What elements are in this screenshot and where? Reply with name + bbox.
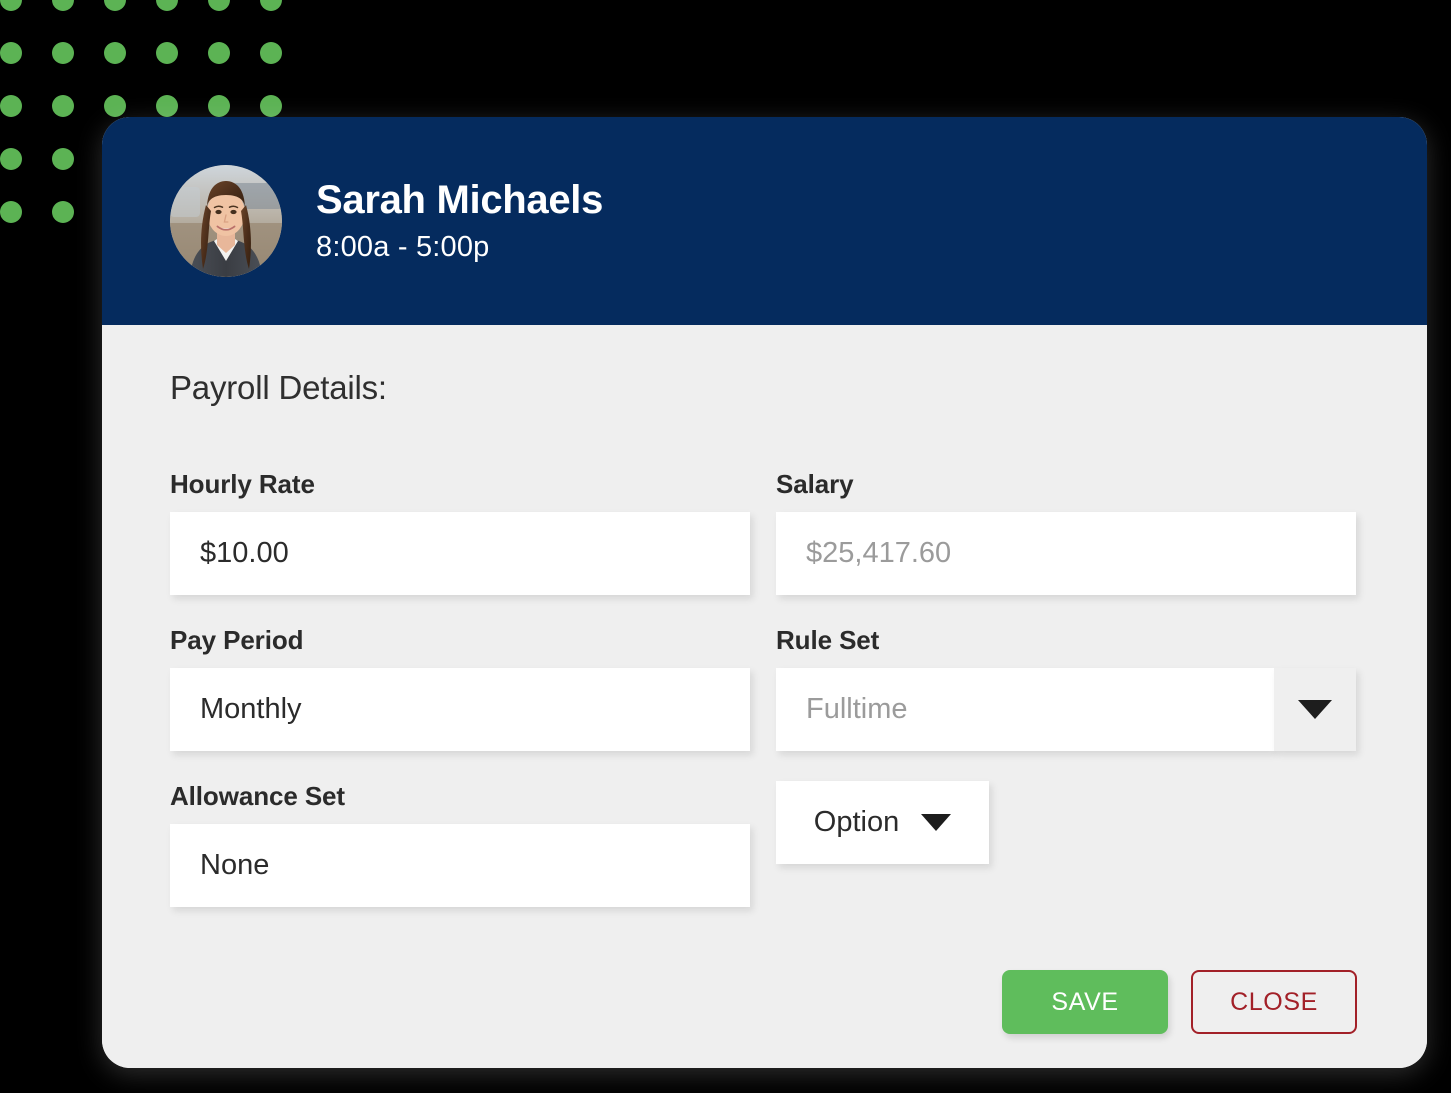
grid-dot xyxy=(0,0,22,11)
payroll-form: Payroll Details: Hourly Rate $10.00 Sala… xyxy=(102,325,1427,1068)
salary-label: Salary xyxy=(776,469,854,499)
rule-set-label: Rule Set xyxy=(776,625,880,655)
grid-dot xyxy=(208,95,230,117)
payroll-details-card: Sarah Michaels 8:00a - 5:00p Payroll Det… xyxy=(102,117,1427,1068)
allowance-set-input[interactable]: None xyxy=(170,824,750,907)
allowance-option-dropdown[interactable]: Option xyxy=(776,781,989,864)
form-row-rate-salary: Hourly Rate $10.00 Salary $25,417.60 xyxy=(170,469,1357,595)
employee-identity: Sarah Michaels 8:00a - 5:00p xyxy=(316,178,603,264)
grid-dot xyxy=(52,148,74,170)
field-group-hourly-rate: Hourly Rate $10.00 xyxy=(170,469,750,595)
grid-dot xyxy=(260,95,282,117)
grid-dot xyxy=(52,201,74,223)
rule-set-input[interactable]: Fulltime xyxy=(776,668,1274,751)
grid-dot xyxy=(52,95,74,117)
employee-shift: 8:00a - 5:00p xyxy=(316,231,490,264)
pay-period-input[interactable]: Monthly xyxy=(170,668,750,751)
grid-dot xyxy=(156,95,178,117)
grid-dot xyxy=(104,0,126,11)
grid-dot xyxy=(156,0,178,11)
field-group-rule-set: Rule Set Fulltime xyxy=(776,625,1356,751)
caret-down-icon xyxy=(921,814,952,831)
pay-period-label: Pay Period xyxy=(170,625,304,655)
allowance-option-label: Option xyxy=(813,806,900,838)
grid-dot xyxy=(208,0,230,11)
grid-dot xyxy=(0,148,22,170)
allowance-set-label: Allowance Set xyxy=(170,781,345,811)
grid-dot xyxy=(104,42,126,64)
employee-header: Sarah Michaels 8:00a - 5:00p xyxy=(102,117,1427,325)
grid-dot xyxy=(260,0,282,11)
grid-dot xyxy=(0,42,22,64)
hourly-rate-label: Hourly Rate xyxy=(170,469,315,499)
employee-name: Sarah Michaels xyxy=(316,178,604,223)
field-group-salary: Salary $25,417.60 xyxy=(776,469,1356,595)
section-title: Payroll Details: xyxy=(170,369,387,406)
grid-dot xyxy=(104,95,126,117)
grid-dot xyxy=(260,42,282,64)
form-actions: SAVE CLOSE xyxy=(170,970,1357,1034)
grid-dot xyxy=(208,42,230,64)
grid-dot xyxy=(52,42,74,64)
salary-input[interactable]: $25,417.60 xyxy=(776,512,1356,595)
save-button[interactable]: SAVE xyxy=(1002,970,1168,1034)
grid-dot xyxy=(0,95,22,117)
grid-dot xyxy=(0,201,22,223)
rule-set-combobox: Fulltime xyxy=(776,668,1356,751)
hourly-rate-input[interactable]: $10.00 xyxy=(170,512,750,595)
grid-dot xyxy=(52,0,74,11)
form-row-allowance: Allowance Set None Option xyxy=(170,781,1357,907)
grid-dot xyxy=(156,42,178,64)
user-avatar-photo xyxy=(170,165,282,277)
rule-set-dropdown-button[interactable] xyxy=(1274,668,1356,751)
field-group-allowance-set: Allowance Set None xyxy=(170,781,750,907)
field-group-pay-period: Pay Period Monthly xyxy=(170,625,750,751)
close-button[interactable]: CLOSE xyxy=(1191,970,1357,1034)
form-row-period-ruleset: Pay Period Monthly Rule Set Fulltime xyxy=(170,625,1357,751)
caret-down-icon xyxy=(1298,700,1332,719)
